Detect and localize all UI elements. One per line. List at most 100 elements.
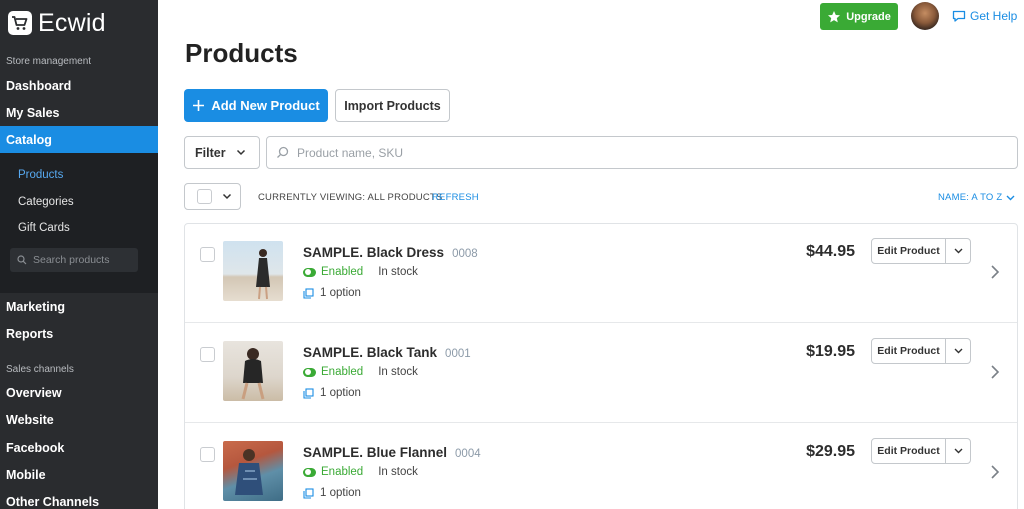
stock-status: In stock [378, 466, 418, 478]
toggle-icon [303, 267, 316, 277]
product-name[interactable]: SAMPLE. Black Dress 0008 [303, 245, 478, 260]
sidebar-item-dashboard[interactable]: Dashboard [0, 72, 158, 99]
product-options: 1 option [303, 487, 361, 499]
star-icon [828, 10, 841, 22]
cart-icon [8, 11, 32, 35]
options-count: 1 option [320, 487, 361, 499]
sidebar-item-catalog[interactable]: Catalog [0, 126, 158, 153]
stock-status: In stock [378, 266, 418, 278]
product-price: $29.95 [806, 443, 855, 460]
status-enabled: Enabled [321, 266, 364, 278]
product-price: $44.95 [806, 243, 855, 260]
chevron-right-icon[interactable] [990, 464, 1000, 480]
edit-product-button[interactable]: Edit Product [872, 439, 946, 463]
edit-product-split-button: Edit Product [871, 438, 971, 464]
sidebar-item-website[interactable]: Website [0, 406, 158, 433]
options-count: 1 option [320, 287, 361, 299]
search-icon [277, 146, 289, 158]
select-all-checkbox[interactable] [197, 189, 212, 204]
filter-dropdown[interactable]: Filter [184, 136, 260, 169]
upgrade-label: Upgrade [846, 10, 891, 23]
import-products-button[interactable]: Import Products [335, 89, 450, 122]
toggle-icon [303, 367, 316, 377]
search-icon [17, 255, 27, 265]
copy-icon [303, 287, 314, 299]
upgrade-button[interactable]: Upgrade [820, 3, 898, 30]
edit-product-button[interactable]: Edit Product [872, 239, 946, 263]
chevron-down-icon [954, 248, 962, 254]
product-search-field[interactable] [266, 136, 1018, 169]
product-status: Enabled In stock [303, 466, 418, 478]
sidebar-subitem-products[interactable]: Products [18, 169, 63, 181]
edit-product-split-button: Edit Product [871, 238, 971, 264]
sidebar-subitem-categories[interactable]: Categories [18, 196, 74, 208]
sort-dropdown[interactable]: NAME: A TO Z [938, 192, 1015, 203]
chevron-down-icon [236, 149, 245, 156]
product-sku: 0008 [452, 248, 478, 260]
chat-icon [952, 10, 966, 22]
product-options: 1 option [303, 287, 361, 299]
chevron-right-icon[interactable] [990, 264, 1000, 280]
copy-icon [303, 487, 314, 499]
table-row[interactable]: SAMPLE. Black Dress 0008 Enabled In stoc… [185, 224, 1017, 323]
get-help-label: Get Help [970, 9, 1018, 23]
sidebar-subitem-gift-cards[interactable]: Gift Cards [18, 222, 70, 234]
status-enabled: Enabled [321, 366, 364, 378]
product-list: SAMPLE. Black Dress 0008 Enabled In stoc… [184, 223, 1018, 509]
sidebar-item-mobile[interactable]: Mobile [0, 461, 158, 488]
sidebar-item-marketing[interactable]: Marketing [0, 293, 158, 320]
row-checkbox[interactable] [200, 447, 215, 462]
page-title: Products [185, 38, 298, 68]
sidebar-item-my-sales[interactable]: My Sales [0, 99, 158, 126]
edit-product-menu-button[interactable] [946, 339, 970, 363]
copy-icon [303, 387, 314, 399]
add-new-product-button[interactable]: Add New Product [184, 89, 328, 122]
product-sku: 0001 [445, 348, 471, 360]
sidebar-search-input[interactable]: Search products [10, 248, 138, 272]
sidebar-item-reports[interactable]: Reports [0, 320, 158, 347]
brand-name: Ecwid [38, 8, 106, 37]
sidebar-item-facebook[interactable]: Facebook [0, 434, 158, 461]
product-status: Enabled In stock [303, 366, 418, 378]
sort-label: NAME: A TO Z [938, 192, 1003, 203]
add-new-product-label: Add New Product [211, 98, 320, 113]
product-thumbnail[interactable] [223, 241, 283, 301]
product-name-text: SAMPLE. Black Dress [303, 245, 445, 260]
status-enabled: Enabled [321, 466, 364, 478]
chevron-down-icon [222, 193, 232, 200]
brand-logo[interactable]: Ecwid [8, 8, 106, 38]
product-name[interactable]: SAMPLE. Black Tank 0001 [303, 345, 471, 360]
options-count: 1 option [320, 387, 361, 399]
product-thumbnail[interactable] [223, 341, 283, 401]
product-thumbnail[interactable] [223, 441, 283, 501]
sidebar-section-label: Store management [6, 56, 92, 67]
avatar[interactable] [911, 2, 939, 30]
bulk-select-dropdown[interactable] [184, 183, 241, 210]
chevron-right-icon[interactable] [990, 364, 1000, 380]
product-status: Enabled In stock [303, 266, 418, 278]
refresh-link[interactable]: REFRESH [432, 192, 479, 203]
chevron-down-icon [954, 348, 962, 354]
chevron-down-icon [1006, 195, 1015, 200]
row-checkbox[interactable] [200, 247, 215, 262]
plus-icon [193, 100, 205, 111]
product-name-text: SAMPLE. Black Tank [303, 345, 438, 360]
table-row[interactable]: SAMPLE. Blue Flannel 0004 Enabled In sto… [185, 424, 1017, 509]
chevron-down-icon [954, 448, 962, 454]
get-help-link[interactable]: Get Help [952, 9, 1017, 23]
currently-viewing-label: CURRENTLY VIEWING: ALL PRODUCTS [258, 192, 443, 203]
table-row[interactable]: SAMPLE. Black Tank 0001 Enabled In stock… [185, 324, 1017, 423]
edit-product-menu-button[interactable] [946, 439, 970, 463]
sidebar-item-overview[interactable]: Overview [0, 379, 158, 406]
sidebar-item-other-channels[interactable]: Other Channels [0, 488, 158, 509]
toggle-icon [303, 467, 316, 477]
edit-product-menu-button[interactable] [946, 239, 970, 263]
filter-label: Filter [195, 145, 226, 160]
product-price: $19.95 [806, 343, 855, 360]
product-name[interactable]: SAMPLE. Blue Flannel 0004 [303, 445, 481, 460]
sidebar-search-placeholder: Search products [33, 254, 110, 266]
row-checkbox[interactable] [200, 347, 215, 362]
search-input[interactable] [297, 145, 977, 160]
edit-product-split-button: Edit Product [871, 338, 971, 364]
edit-product-button[interactable]: Edit Product [872, 339, 946, 363]
